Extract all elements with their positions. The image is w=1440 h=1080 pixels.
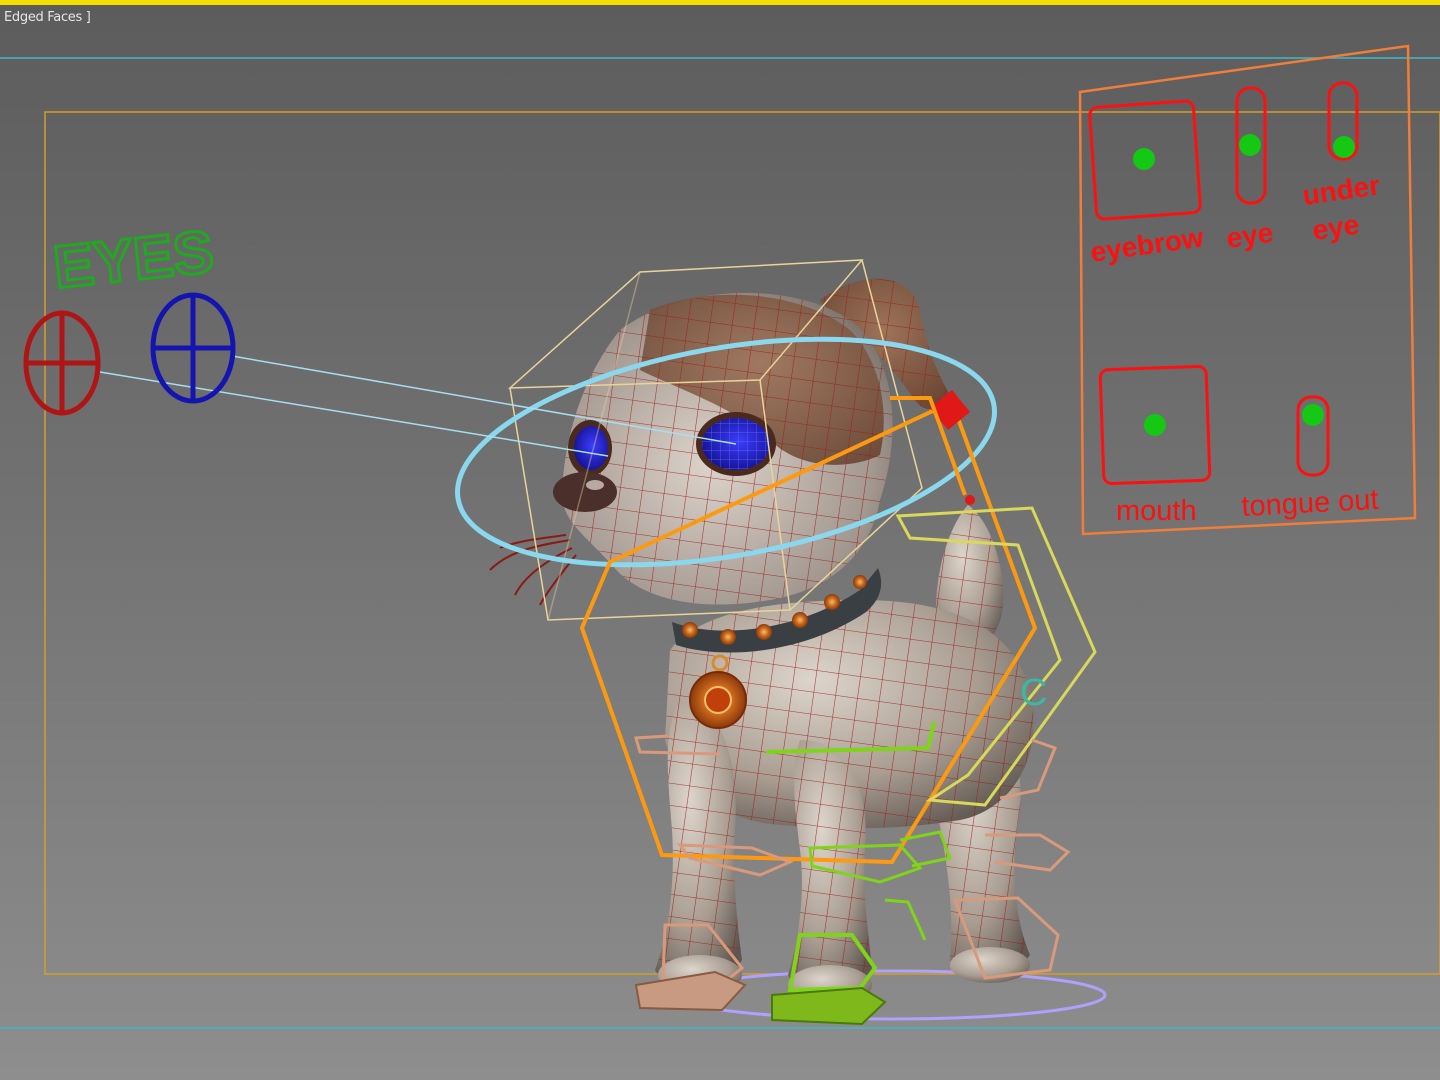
mouth-label: mouth	[1116, 495, 1197, 527]
eye-slider[interactable]	[1235, 86, 1267, 205]
right-eye-target[interactable]	[150, 292, 236, 404]
tongue-out-label: tongue out	[1241, 484, 1380, 523]
collar-stud	[853, 575, 867, 589]
collar-stud	[682, 622, 698, 638]
eyebrow-slider[interactable]	[1088, 99, 1202, 221]
mouth-slider-knob[interactable]	[1144, 414, 1166, 436]
eyebrow-slider-knob[interactable]	[1133, 148, 1155, 170]
under-eye-label-line2: eye	[1311, 209, 1362, 246]
face-controls-panel[interactable]	[1078, 44, 1417, 536]
collar-pendant-inner	[704, 686, 732, 714]
spine-end-control[interactable]	[965, 495, 975, 505]
3d-viewport[interactable]: C EYES eyebrow eye under eye mouth tongu…	[0, 0, 1440, 1080]
under-eye-label-line1: under	[1301, 169, 1382, 211]
under-eye-slider-knob[interactable]	[1333, 136, 1355, 158]
center-of-gravity-label[interactable]: C	[1020, 672, 1047, 714]
foot-control-front-left[interactable]	[634, 970, 747, 1012]
collar-stud	[824, 594, 840, 610]
under-eye-slider[interactable]	[1327, 81, 1359, 161]
tongue-out-slider-knob[interactable]	[1302, 404, 1324, 426]
collar-stud	[756, 624, 772, 640]
foot-control-back-left[interactable]	[884, 898, 927, 941]
eyes-control-title: EYES	[50, 218, 216, 301]
knee-control-right-2[interactable]	[899, 830, 953, 868]
left-eye-target-line	[99, 371, 609, 457]
left-eye-target[interactable]	[23, 310, 101, 416]
eye-slider-knob[interactable]	[1239, 134, 1261, 156]
eye-label: eye	[1225, 217, 1276, 254]
active-viewport-border	[0, 0, 1440, 5]
dog-nose-highlight	[586, 480, 604, 490]
viewport-scene[interactable]: C EYES eyebrow eye under eye mouth tongu…	[0, 0, 1440, 1080]
viewport-shading-label[interactable]: Edged Faces ]	[4, 10, 91, 25]
collar-stud	[792, 612, 808, 628]
eyebrow-label: eyebrow	[1089, 221, 1206, 268]
dog-eye-left-iris	[574, 426, 608, 470]
tongue-out-slider[interactable]	[1296, 395, 1330, 477]
mouth-slider[interactable]	[1098, 364, 1212, 486]
foot-control-front-right[interactable]	[771, 986, 887, 1026]
collar-stud	[720, 629, 736, 645]
